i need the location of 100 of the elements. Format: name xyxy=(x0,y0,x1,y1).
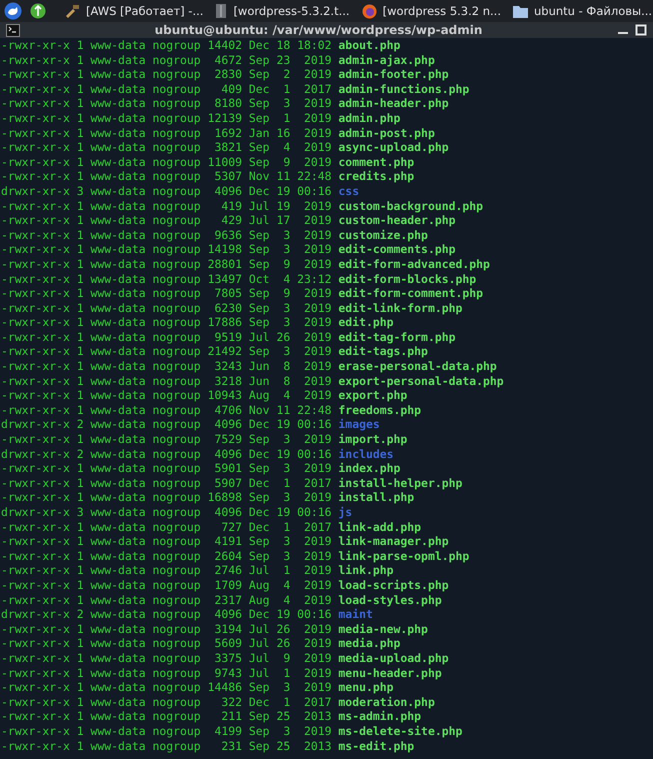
file-name: link-add.php xyxy=(338,520,422,534)
file-attributes: -rwxr-xr-x 1 www-data nogroup 4672 Sep 23 2019 xyxy=(1,52,332,68)
file-name: edit-form-advanced.php xyxy=(338,256,490,272)
file-name: edit-form-blocks.php xyxy=(338,272,476,286)
file-name: install.php xyxy=(338,490,414,505)
file-attributes: -rwxr-xr-x 1 www-data nogroup 7529 Sep 3 2019 xyxy=(1,432,332,447)
file-name: export-personal-data.php xyxy=(338,374,504,388)
file-name: ms-edit.php xyxy=(338,738,414,754)
file-attributes: -rwxr-xr-x 1 www-data nogroup 13497 Oct 4 23:12 xyxy=(1,272,332,286)
file-name: edit-link-form.php xyxy=(338,300,462,316)
file-attributes: -rwxr-xr-x 1 www-data nogroup 12139 Sep 1 2019 xyxy=(1,110,332,126)
folder-icon xyxy=(513,4,528,18)
file-name: export.php xyxy=(338,388,408,403)
file-attributes: -rwxr-xr-x 1 www-data nogroup 14402 Dec 18 18:02 xyxy=(1,38,332,53)
file-name: import.php xyxy=(338,432,408,447)
file-name: comment.php xyxy=(338,154,414,170)
file-name: admin-ajax.php xyxy=(338,52,435,68)
file-attributes: -rwxr-xr-x 1 www-data nogroup 16898 Sep 3 2019 xyxy=(1,490,332,505)
file-attributes: -rwxr-xr-x 1 www-data nogroup 6230 Sep 3 2019 xyxy=(1,300,332,316)
directory-name: includes xyxy=(338,446,394,462)
file-name: admin-footer.php xyxy=(338,67,449,82)
file-attributes: -rwxr-xr-x 1 www-data nogroup 4199 Sep 3 2019 xyxy=(1,724,332,738)
file-name: ms-delete-site.php xyxy=(338,724,462,738)
taskbar-task[interactable]: [wordpress 5.3.2 n... xyxy=(360,4,503,18)
file-attributes: -rwxr-xr-x 1 www-data nogroup 419 Jul 19 2019 xyxy=(1,198,332,214)
file-attributes: -rwxr-xr-x 1 www-data nogroup 5901 Sep 3 2019 xyxy=(1,461,332,476)
tools-icon xyxy=(64,4,80,18)
app-menu-icon[interactable] xyxy=(4,2,22,20)
file-attributes: -rwxr-xr-x 1 www-data nogroup 8180 Sep 3 2019 xyxy=(1,96,332,111)
file-attributes: drwxr-xr-x 2 www-data nogroup 4096 Dec 19 00:16 xyxy=(1,417,332,432)
file-attributes: -rwxr-xr-x 1 www-data nogroup 3218 Jun 8 2019 xyxy=(1,374,332,388)
file-attributes: -rwxr-xr-x 1 www-data nogroup 211 Sep 25 2013 xyxy=(1,709,332,724)
file-name: install-helper.php xyxy=(338,476,462,490)
directory-name: maint xyxy=(338,607,373,622)
file-attributes: -rwxr-xr-x 1 www-data nogroup 10943 Aug 4 2019 xyxy=(1,388,332,403)
terminal-icon xyxy=(6,24,20,36)
browser-icon xyxy=(362,4,377,18)
file-name: edit-comments.php xyxy=(338,242,456,257)
file-attributes: -rwxr-xr-x 1 www-data nogroup 9743 Jul 1 2019 xyxy=(1,666,332,680)
file-attributes: drwxr-xr-x 2 www-data nogroup 4096 Dec 19 00:16 xyxy=(1,607,332,622)
file-name: admin-post.php xyxy=(338,126,435,140)
window-title: ubuntu@ubuntu: /var/www/wordpress/wp-admin xyxy=(154,22,484,38)
taskbar-task[interactable]: ubuntu - Файловы... xyxy=(511,4,653,18)
file-name: edit.php xyxy=(338,315,394,330)
file-name: credits.php xyxy=(338,169,414,184)
directory-name: images xyxy=(338,417,380,432)
file-attributes: -rwxr-xr-x 1 www-data nogroup 3821 Sep 4 2019 xyxy=(1,140,332,155)
file-attributes: -rwxr-xr-x 1 www-data nogroup 5907 Dec 1 2017 xyxy=(1,476,332,490)
file-name: media-new.php xyxy=(338,622,428,636)
file-attributes: drwxr-xr-x 3 www-data nogroup 4096 Dec 19 00:16 xyxy=(1,184,332,199)
taskbar-task[interactable]: [wordpress-5.3.2.t... xyxy=(213,4,352,18)
file-attributes: -rwxr-xr-x 1 www-data nogroup 429 Jul 17 2019 xyxy=(1,213,332,228)
directory-name: js xyxy=(338,505,352,520)
file-name: about.php xyxy=(338,38,400,53)
file-attributes: -rwxr-xr-x 1 www-data nogroup 409 Dec 1 2017 xyxy=(1,82,332,96)
file-attributes: -rwxr-xr-x 1 www-data nogroup 17886 Sep 3 2019 xyxy=(1,315,332,330)
file-name: custom-background.php xyxy=(338,198,484,214)
file-attributes: -rwxr-xr-x 1 www-data nogroup 322 Dec 1 2017 xyxy=(1,694,332,710)
file-attributes: -rwxr-xr-x 1 www-data nogroup 5307 Nov 11 22:48 xyxy=(1,169,332,184)
file-attributes: drwxr-xr-x 2 www-data nogroup 4096 Dec 19 00:16 xyxy=(1,446,332,462)
file-attributes: drwxr-xr-x 3 www-data nogroup 4096 Dec 19 00:16 xyxy=(1,505,332,520)
file-name: freedoms.php xyxy=(338,402,422,418)
file-name: menu-header.php xyxy=(338,666,442,680)
file-name: index.php xyxy=(338,461,400,476)
file-name: edit-tag-form.php xyxy=(338,330,456,344)
file-name: erase-personal-data.php xyxy=(338,359,497,374)
file-attributes: -rwxr-xr-x 1 www-data nogroup 1692 Jan 16 2019 xyxy=(1,126,332,140)
archive-icon xyxy=(215,4,228,18)
file-name: admin-header.php xyxy=(338,96,449,111)
file-name: admin-functions.php xyxy=(338,82,470,96)
taskbar-task[interactable]: [AWS [Работает] -... xyxy=(62,4,206,18)
file-attributes: -rwxr-xr-x 1 www-data nogroup 2604 Sep 3 2019 xyxy=(1,548,332,564)
file-name: edit-form-comment.php xyxy=(338,286,484,301)
file-attributes: -rwxr-xr-x 1 www-data nogroup 2317 Aug 4 2019 xyxy=(1,592,332,608)
file-attributes: -rwxr-xr-x 1 www-data nogroup 7805 Sep 9 2019 xyxy=(1,286,332,301)
file-attributes: -rwxr-xr-x 1 www-data nogroup 2746 Jul 1 2019 xyxy=(1,563,332,578)
file-attributes: -rwxr-xr-x 1 www-data nogroup 14198 Sep 3 2019 xyxy=(1,242,332,257)
file-attributes: -rwxr-xr-x 1 www-data nogroup 2830 Sep 2 2019 xyxy=(1,67,332,82)
file-name: customize.php xyxy=(338,228,428,242)
file-name: edit-tags.php xyxy=(338,344,428,360)
file-name: ms-admin.php xyxy=(338,709,422,724)
directory-name: css xyxy=(338,184,360,199)
file-attributes: -rwxr-xr-x 1 www-data nogroup 231 Sep 25 2013 xyxy=(1,738,332,754)
file-name: link-manager.php xyxy=(338,534,449,549)
file-name: menu.php xyxy=(338,680,394,695)
maximize-icon[interactable] xyxy=(635,24,647,36)
file-name: moderation.php xyxy=(338,694,435,710)
file-attributes: -rwxr-xr-x 1 www-data nogroup 9636 Sep 3 2019 xyxy=(1,228,332,242)
file-name: media-upload.php xyxy=(338,650,449,666)
file-name: async-upload.php xyxy=(338,140,449,155)
file-attributes: -rwxr-xr-x 1 www-data nogroup 3243 Jun 8 2019 xyxy=(1,359,332,374)
file-name: custom-header.php xyxy=(338,213,456,228)
file-name: load-styles.php xyxy=(338,592,442,608)
file-attributes: -rwxr-xr-x 1 www-data nogroup 14486 Sep 3 2019 xyxy=(1,680,332,695)
file-name: admin.php xyxy=(338,110,400,126)
file-attributes: -rwxr-xr-x 1 www-data nogroup 3375 Jul 9 2019 xyxy=(1,650,332,666)
file-attributes: -rwxr-xr-x 1 www-data nogroup 5609 Jul 26 2019 xyxy=(1,636,332,651)
file-attributes: -rwxr-xr-x 1 www-data nogroup 4706 Nov 11 22:48 xyxy=(1,402,332,418)
file-name: link.php xyxy=(338,563,394,578)
file-attributes: -rwxr-xr-x 1 www-data nogroup 9519 Jul 26 2019 xyxy=(1,330,332,344)
